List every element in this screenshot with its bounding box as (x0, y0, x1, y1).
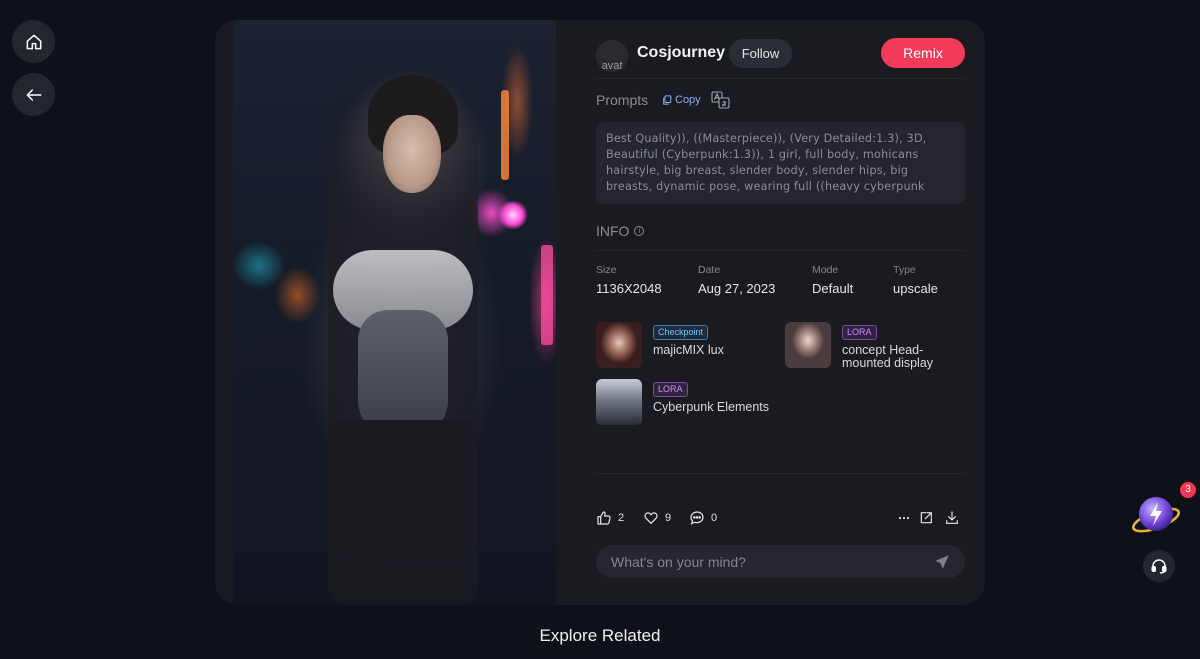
back-arrow-icon (26, 88, 41, 101)
home-icon (26, 34, 41, 49)
divider (596, 78, 965, 79)
info-label: INFO i (596, 223, 645, 239)
headset-icon (1151, 559, 1167, 574)
image-shoulder-glow (498, 200, 528, 230)
meta-type-value: upscale (893, 281, 938, 296)
divider (596, 250, 965, 251)
favorite-button[interactable]: 9 (643, 510, 671, 526)
model-item-lora[interactable]: LORA concept Head-mounted display (785, 322, 942, 370)
model-name: Cyberpunk Elements (653, 400, 770, 414)
favorite-count: 9 (665, 512, 672, 524)
comment-count: 0 (711, 512, 718, 524)
post-card: avat Cosjourney Follow Remix Prompts Cop… (215, 20, 985, 605)
back-button[interactable] (12, 73, 55, 116)
image-neon-sign (541, 245, 553, 345)
follow-button[interactable]: Follow (729, 39, 792, 68)
copy-label: Copy (675, 94, 701, 106)
copy-icon (663, 95, 672, 105)
model-thumbnail (596, 379, 642, 425)
prompt-text[interactable]: Best Quality)), ((Masterpiece)), (Very D… (596, 122, 965, 204)
meta-date: Date Aug 27, 2023 (698, 264, 775, 296)
send-icon[interactable] (933, 553, 951, 571)
download-button[interactable] (944, 510, 960, 526)
copy-button[interactable]: Copy (662, 94, 701, 106)
model-thumbnail (785, 322, 831, 368)
image-neon-sign (501, 90, 509, 180)
image-skirt (328, 420, 478, 560)
home-button[interactable] (12, 20, 55, 63)
share-icon (920, 512, 932, 524)
comment-icon (690, 511, 704, 525)
author-name[interactable]: Cosjourney (637, 44, 725, 62)
meta-date-label: Date (698, 264, 721, 276)
action-bar: 2 9 0 (596, 510, 965, 530)
meta-mode-label: Mode (812, 264, 839, 276)
model-item-lora[interactable]: LORA Cyberpunk Elements (596, 379, 769, 425)
detail-panel: avat Cosjourney Follow Remix Prompts Cop… (596, 20, 965, 605)
meta-mode: Mode Default (812, 264, 853, 296)
model-name: concept Head-mounted display (842, 343, 934, 370)
download-icon (946, 511, 958, 524)
remix-button[interactable]: Remix (881, 38, 965, 68)
prompts-label: Prompts (596, 92, 649, 108)
lora-badge: LORA (842, 325, 877, 340)
model-item-checkpoint[interactable]: Checkpoint majicMIX lux (596, 322, 724, 368)
model-name: majicMIX lux (653, 343, 724, 357)
info-title: INFO (596, 223, 630, 239)
translate-icon[interactable] (711, 91, 731, 109)
meta-size-value: 1136X2048 (596, 281, 662, 296)
share-button[interactable] (918, 510, 934, 526)
meta-size: Size 1136X2048 (596, 264, 662, 296)
like-button[interactable]: 2 (596, 510, 624, 526)
like-count: 2 (618, 512, 625, 524)
explore-related-heading: Explore Related (539, 626, 661, 645)
comment-button[interactable]: 0 (689, 510, 717, 526)
info-icon[interactable]: i (634, 226, 645, 236)
avatar-alt-text: avat (601, 60, 623, 72)
thumbs-up-icon (597, 511, 611, 525)
meta-size-label: Size (596, 264, 617, 276)
meta-mode-value: Default (812, 281, 854, 296)
divider (596, 473, 965, 474)
avatar[interactable]: avat (596, 40, 628, 72)
lora-badge: LORA (653, 382, 688, 397)
support-button[interactable] (1143, 550, 1175, 582)
post-image[interactable] (233, 20, 556, 605)
checkpoint-badge: Checkpoint (653, 325, 709, 340)
more-button[interactable] (896, 510, 912, 526)
ai-assistant-icon[interactable] (1130, 490, 1182, 542)
comment-input[interactable] (596, 545, 965, 578)
meta-type-label: Type (893, 264, 916, 276)
meta-date-value: Aug 27, 2023 (698, 281, 776, 296)
more-icon (898, 516, 910, 520)
image-face (383, 115, 441, 193)
model-thumbnail (596, 322, 642, 368)
meta-type: Type upscale (893, 264, 938, 296)
notification-badge: 3 (1180, 482, 1196, 498)
heart-icon (644, 512, 658, 524)
